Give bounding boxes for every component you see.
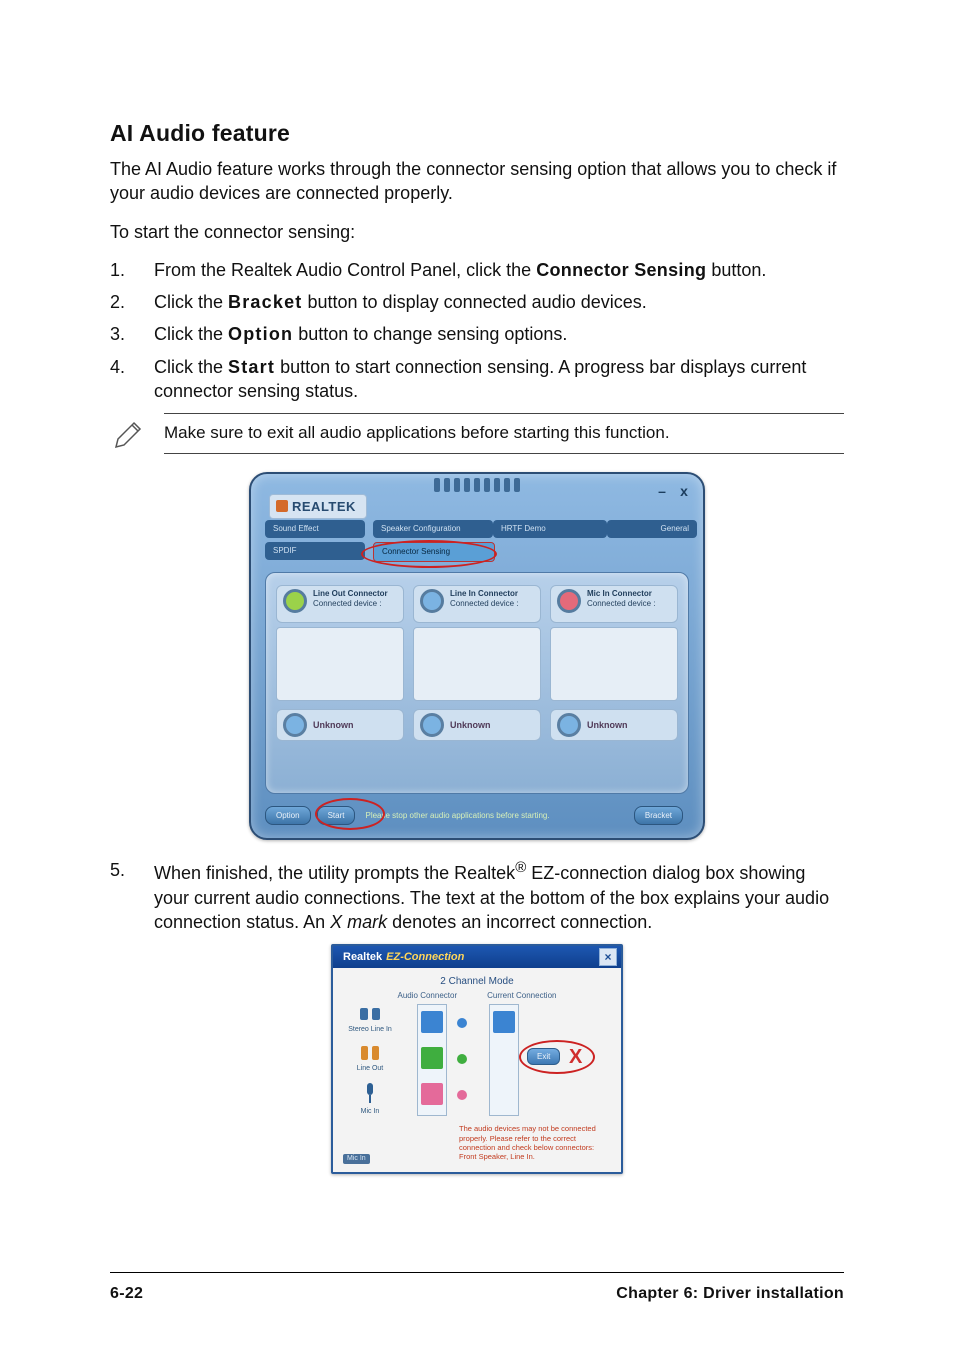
step-text: button to change sensing options. (298, 324, 567, 344)
dot-icon (457, 1018, 467, 1028)
connector-title: Line Out Connector (313, 589, 388, 599)
audio-connector-column (417, 1004, 447, 1116)
tab-speaker-configuration[interactable]: Speaker Configuration (373, 520, 493, 538)
tab-hrtf-demo[interactable]: HRTF Demo (493, 520, 607, 538)
bold-term: Start (228, 357, 275, 377)
device-stereo-line-in: Stereo Line In (341, 1004, 399, 1033)
device-listbox[interactable] (276, 627, 404, 701)
jack-icon (283, 713, 307, 737)
unknown-connector: Unknown (550, 709, 678, 741)
section-heading: AI Audio feature (110, 120, 844, 147)
bold-term: Option (228, 324, 293, 344)
device-label: Stereo Line In (348, 1026, 392, 1033)
device-label: Mic In (361, 1108, 380, 1115)
page-number: 6-22 (110, 1285, 143, 1303)
dot-icon (457, 1090, 467, 1100)
bold-term: Connector Sensing (536, 260, 706, 280)
step-text: When finished, the utility prompts the R… (154, 863, 515, 883)
unknown-connector: Unknown (413, 709, 541, 741)
step-5: 5. When finished, the utility prompts th… (110, 858, 844, 934)
tab-sound-effect[interactable]: Sound Effect (265, 520, 365, 538)
step-3: 3. Click the Option button to change sen… (110, 322, 844, 346)
connector-sub: Connected device : (313, 599, 388, 609)
step-text: button to display connected audio device… (308, 292, 647, 312)
step-text: Click the (154, 324, 228, 344)
close-icon[interactable]: x (677, 484, 691, 498)
step-2: 2. Click the Bracket button to display c… (110, 290, 844, 314)
connector-sub: Connected device : (587, 599, 656, 609)
step-1: 1. From the Realtek Audio Control Panel,… (110, 258, 844, 282)
col-audio-connector: Audio Connector (398, 991, 458, 1000)
jack-blue-icon (420, 589, 444, 613)
dialog-titlebar: Realtek EZ-Connection × (333, 946, 621, 968)
steps-list: 1. From the Realtek Audio Control Panel,… (110, 258, 844, 403)
tab-connector-sensing[interactable]: Connector Sensing (373, 542, 495, 562)
realtek-logo: REALTEK (269, 494, 367, 519)
note-text: Make sure to exit all audio applications… (164, 422, 844, 445)
realtek-panel-screenshot: – x REALTEK Sound Effect Speaker Configu… (249, 472, 705, 840)
jack-lime-icon (283, 589, 307, 613)
connector-sub: Connected device : (450, 599, 519, 609)
option-button[interactable]: Option (265, 806, 311, 825)
status-message: Please stop other audio applications bef… (361, 811, 633, 820)
line-out-connector: Line Out Connector Connected device : (276, 585, 404, 623)
connector-title: Mic In Connector (587, 589, 656, 599)
step-text: button. (711, 260, 766, 280)
start-button[interactable]: Start (317, 806, 356, 825)
intro-paragraph: The AI Audio feature works through the c… (110, 157, 844, 206)
step-text: denotes an incorrect connection. (387, 912, 652, 932)
device-listbox[interactable] (413, 627, 541, 701)
tab-spdif[interactable]: SPDIF (265, 542, 365, 560)
unknown-label: Unknown (313, 720, 354, 730)
unknown-label: Unknown (587, 720, 628, 730)
note-pencil-icon (110, 413, 164, 458)
current-connection-column (489, 1004, 519, 1116)
note-block: Make sure to exit all audio applications… (110, 413, 844, 458)
x-mark-icon: X (569, 1046, 582, 1069)
line-in-connector: Line In Connector Connected device : (413, 585, 541, 623)
italic-term: X mark (330, 912, 387, 932)
registered-mark: ® (515, 859, 526, 876)
ez-connection-dialog-screenshot: Realtek EZ-Connection × 2 Channel Mode A… (331, 944, 623, 1174)
bracket-button[interactable]: Bracket (634, 806, 683, 825)
warning-text: The audio devices may not be connected p… (459, 1124, 613, 1162)
dialog-title-brand: Realtek (343, 951, 382, 963)
channel-mode-label: 2 Channel Mode (341, 976, 613, 987)
steps-list-cont: 5. When finished, the utility prompts th… (110, 858, 844, 934)
device-listbox[interactable] (550, 627, 678, 701)
step-text: Click the (154, 357, 228, 377)
mic-in-footer-label: Mic In (343, 1154, 370, 1164)
col-current-connection: Current Connection (487, 991, 556, 1000)
step-text: Click the (154, 292, 228, 312)
chapter-label: Chapter 6: Driver installation (616, 1285, 844, 1303)
unknown-connector: Unknown (276, 709, 404, 741)
jack-icon (420, 713, 444, 737)
dialog-title-ez: EZ-Connection (386, 951, 464, 963)
footer-rule (110, 1272, 844, 1273)
device-mic-in: Mic In (341, 1082, 399, 1115)
step-text: From the Realtek Audio Control Panel, cl… (154, 260, 536, 280)
unknown-label: Unknown (450, 720, 491, 730)
device-label: Line Out (357, 1065, 383, 1072)
close-icon[interactable]: × (599, 948, 617, 966)
exit-button[interactable]: Exit (527, 1048, 560, 1065)
device-line-out: Line Out (341, 1043, 399, 1072)
bold-term: Bracket (228, 292, 302, 312)
jack-pink-icon (557, 589, 581, 613)
connector-title: Line In Connector (450, 589, 519, 599)
tab-general[interactable]: General (607, 520, 697, 538)
minimize-icon[interactable]: – (655, 484, 669, 498)
jack-icon (557, 713, 581, 737)
step-4: 4. Click the Start button to start conne… (110, 355, 844, 404)
dot-icon (457, 1054, 467, 1064)
mic-in-connector: Mic In Connector Connected device : (550, 585, 678, 623)
lead-in: To start the connector sensing: (110, 220, 844, 244)
